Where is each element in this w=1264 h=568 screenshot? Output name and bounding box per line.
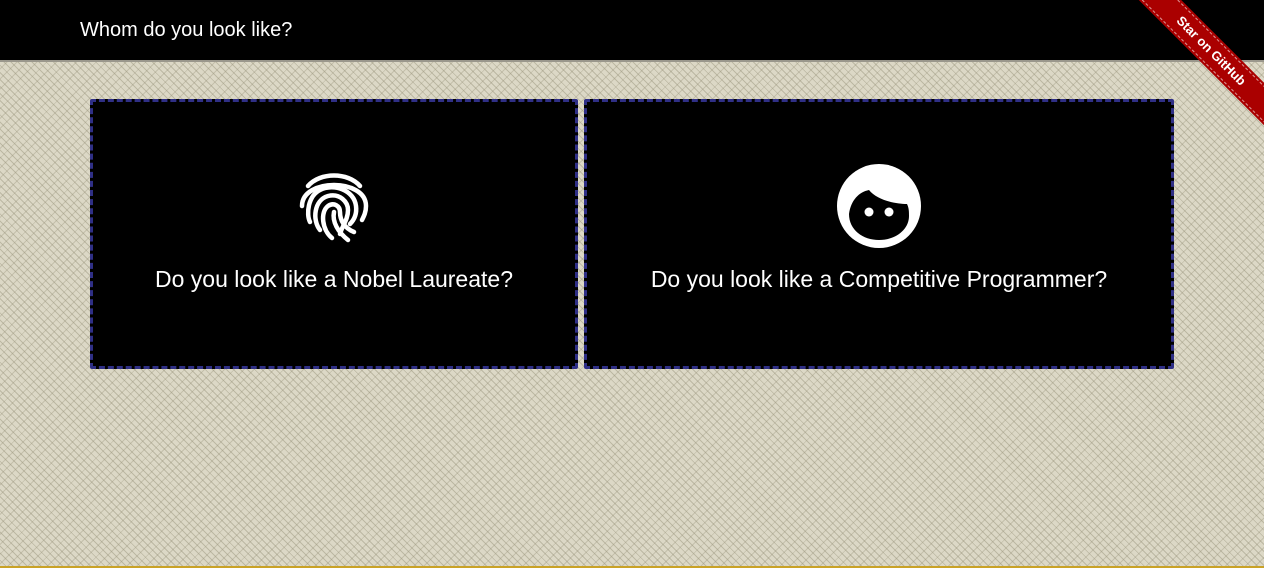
face-icon (837, 164, 921, 248)
nobel-laureate-label: Do you look like a Nobel Laureate? (154, 266, 513, 292)
top-navbar: Whom do you look like? (0, 0, 1264, 62)
competitive-programmer-label: Do you look like a Competitive Programme… (650, 266, 1108, 292)
github-ribbon: Star on GitHub (1114, 0, 1264, 150)
star-on-github-link[interactable]: Star on GitHub (1127, 0, 1264, 135)
site-title[interactable]: Whom do you look like? (80, 17, 292, 43)
fingerprint-icon (299, 173, 369, 243)
competitive-programmer-card[interactable]: Do you look like a Competitive Programme… (584, 99, 1174, 369)
nobel-laureate-card[interactable]: Do you look like a Nobel Laureate? (90, 99, 578, 369)
